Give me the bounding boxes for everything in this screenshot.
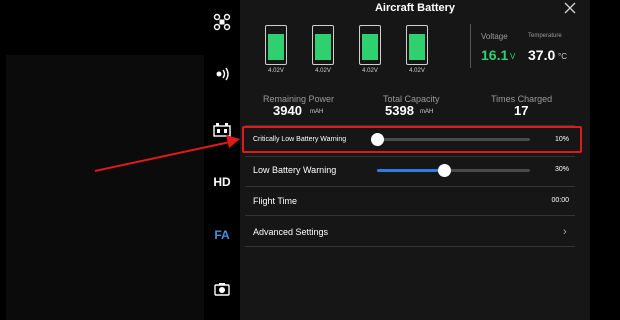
app-canvas: HD FA Aircraft Battery 4.02V 4.02V 4.02V… <box>0 0 620 320</box>
annotation-arrow <box>94 135 240 172</box>
